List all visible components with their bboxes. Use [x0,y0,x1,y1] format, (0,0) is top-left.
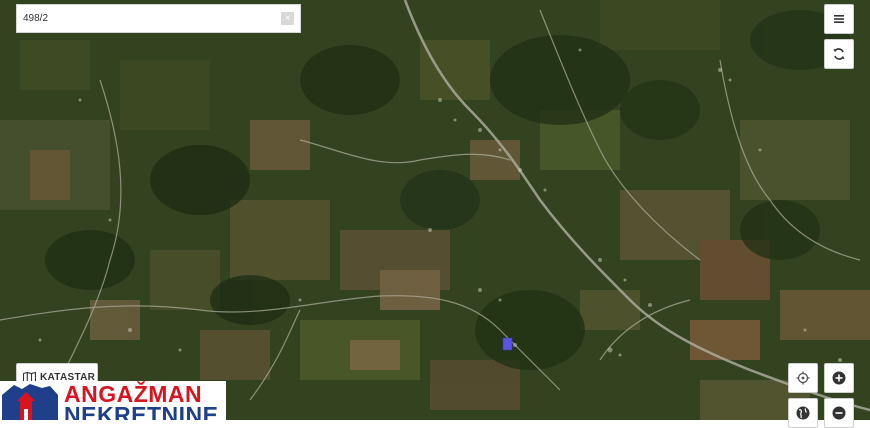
globe-button[interactable] [788,398,818,428]
search-box: × [16,4,301,33]
satellite-map[interactable] [0,0,870,420]
globe-icon [796,406,810,420]
menu-button[interactable] [824,4,854,34]
satellite-imagery[interactable] [0,0,870,420]
crosshair-icon [796,371,810,385]
zoom-out-button[interactable] [824,398,854,428]
logo-line2: NEKRETNINE [64,402,219,420]
plus-icon [832,371,846,385]
minus-icon [832,406,846,420]
clear-search-button[interactable]: × [281,12,294,25]
hamburger-menu-icon [834,15,844,23]
refresh-icon [833,48,845,60]
locate-button[interactable] [788,363,818,393]
refresh-button[interactable] [824,39,854,69]
zoom-in-button[interactable] [824,363,854,393]
company-logo: ANGAŽMAN NEKRETNINE [0,381,226,420]
logo-emblem [2,384,58,420]
search-input[interactable] [23,13,281,24]
parcel-marker[interactable] [502,337,513,351]
